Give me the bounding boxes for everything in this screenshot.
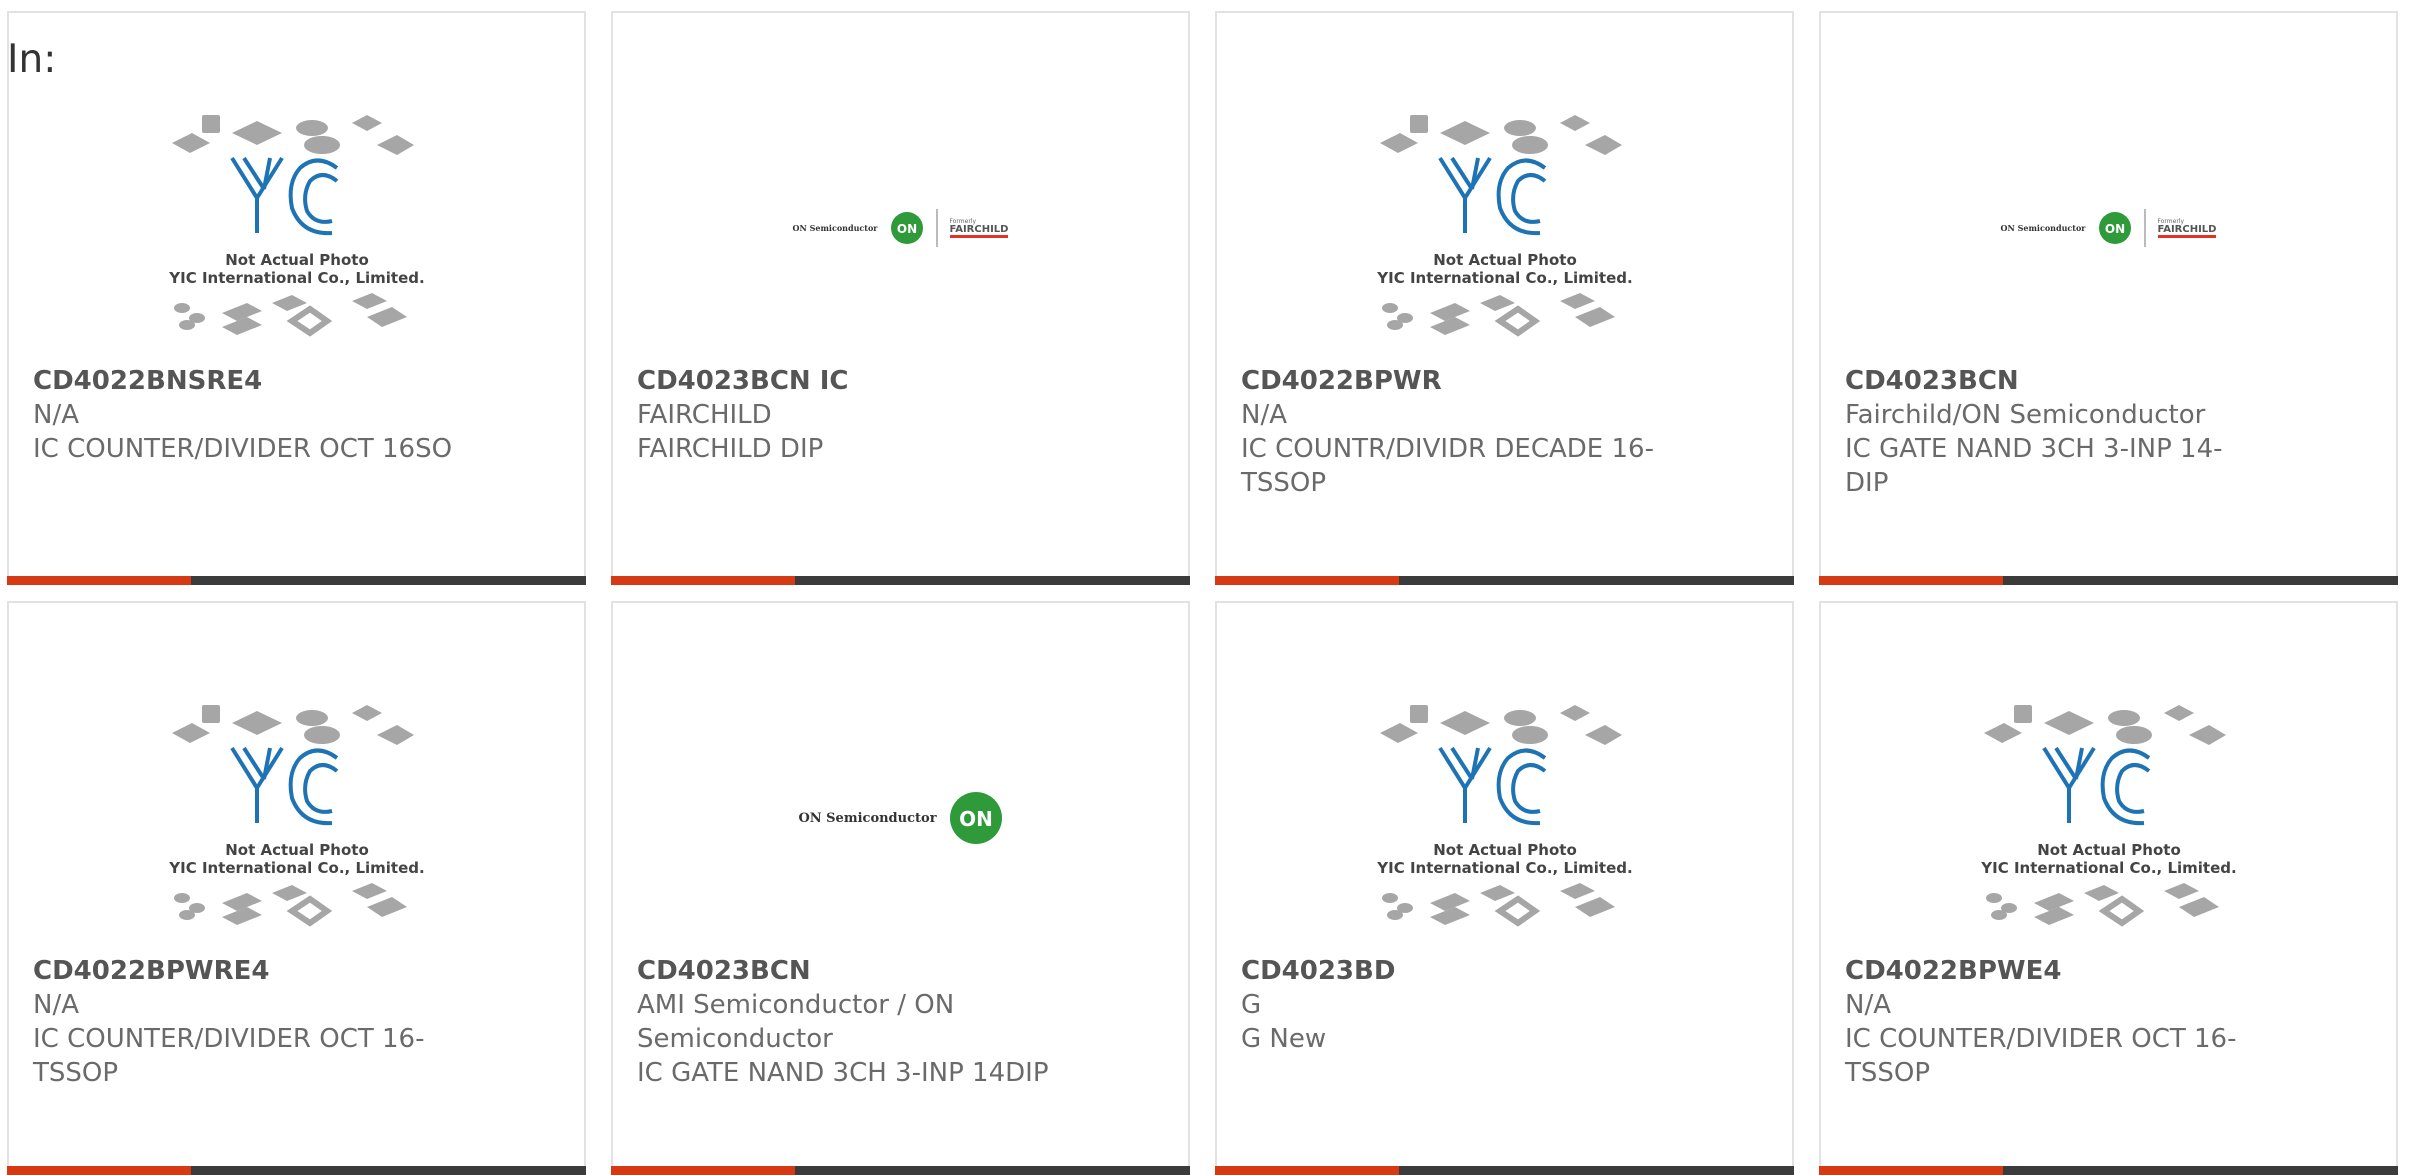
product-image: Not Actual Photo YIC International Co., …: [1217, 693, 1792, 943]
manufacturer: N/A: [1845, 990, 1891, 1020]
product-card[interactable]: Not Actual Photo YIC International Co., …: [7, 11, 586, 585]
description: FAIRCHILD DIP: [637, 434, 824, 464]
logo-divider: [2143, 209, 2146, 247]
product-card[interactable]: ON Semiconductor ON Formerly FAIRCHILD C…: [1819, 11, 2398, 585]
yic-placeholder-line1: Not Actual Photo: [225, 841, 369, 859]
on-semiconductor-wordmark: ON Semiconductor: [792, 223, 878, 233]
card-accent-bar: [1819, 576, 2003, 585]
yic-placeholder-line1: Not Actual Photo: [2037, 841, 2181, 859]
product-card[interactable]: Not Actual Photo YIC International Co., …: [1215, 11, 1794, 585]
manufacturer: N/A: [33, 990, 79, 1020]
part-number[interactable]: CD4022BPWE4: [1845, 954, 2265, 988]
yic-placeholder-image: Not Actual Photo YIC International Co., …: [1376, 115, 1632, 337]
description: IC COUNTER/DIVIDER OCT 16-TSSOP: [33, 1024, 425, 1088]
part-number[interactable]: CD4022BPWRE4: [33, 954, 453, 988]
product-card[interactable]: ON Semiconductor ON Formerly FAIRCHILD C…: [611, 11, 1190, 585]
product-image: Not Actual Photo YIC International Co., …: [9, 693, 584, 943]
description: IC GATE NAND 3CH 3-INP 14-DIP: [1845, 434, 2223, 498]
card-accent-bar: [1215, 1166, 1399, 1175]
part-number[interactable]: CD4023BCN: [1845, 364, 2265, 398]
card-accent-bar: [611, 1166, 795, 1175]
svg-text:ON: ON: [2104, 222, 2124, 236]
card-accent-bar: [7, 576, 191, 585]
on-logo-icon: ON: [949, 792, 1002, 844]
svg-text:ON: ON: [896, 222, 916, 236]
manufacturer: AMI Semiconductor / ON Semiconductor: [637, 990, 955, 1054]
product-image: ON Semiconductor ON: [613, 693, 1188, 943]
card-accent-bar: [7, 1166, 191, 1175]
card-bottom-bar: [611, 576, 1190, 585]
card-bottom-bar: [7, 1166, 586, 1175]
part-number[interactable]: CD4023BCN IC: [637, 364, 1057, 398]
yic-placeholder-image: Not Actual Photo YIC International Co., …: [168, 705, 424, 927]
yic-placeholder-line2: YIC International Co., Limited.: [168, 269, 424, 287]
product-card[interactable]: Not Actual Photo YIC International Co., …: [7, 601, 586, 1175]
part-number[interactable]: CD4022BNSRE4: [33, 364, 453, 398]
on-logo-icon: ON: [890, 212, 923, 244]
card-bottom-bar: [611, 1166, 1190, 1175]
on-semiconductor-wordmark: ON Semiconductor: [798, 810, 937, 826]
manufacturer: N/A: [33, 400, 79, 430]
yic-placeholder-line2: YIC International Co., Limited.: [1376, 269, 1632, 287]
card-bottom-bar: [1215, 576, 1794, 585]
product-image: ON Semiconductor ON Formerly FAIRCHILD: [613, 103, 1188, 353]
on-fairchild-logo: ON Semiconductor ON Formerly FAIRCHILD: [793, 209, 1009, 247]
card-bottom-bar: [1215, 1166, 1794, 1175]
manufacturer: G: [1241, 990, 1262, 1020]
card-accent-bar: [1215, 576, 1399, 585]
description: G New: [1241, 1024, 1327, 1054]
yic-placeholder-image: Not Actual Photo YIC International Co., …: [168, 115, 424, 337]
card-bottom-bar: [1819, 576, 2398, 585]
product-image: ON Semiconductor ON Formerly FAIRCHILD: [1821, 103, 2396, 353]
manufacturer: N/A: [1241, 400, 1287, 430]
fairchild-logo: Formerly FAIRCHILD: [949, 218, 1009, 238]
yic-placeholder-line2: YIC International Co., Limited.: [1376, 859, 1632, 877]
manufacturer: FAIRCHILD: [637, 400, 772, 430]
on-logo-icon: ON: [2098, 212, 2131, 244]
card-accent-bar: [1819, 1166, 2003, 1175]
yic-placeholder-image: Not Actual Photo YIC International Co., …: [1980, 705, 2236, 927]
description: IC COUNTER/DIVIDER OCT 16SO: [33, 434, 453, 464]
filter-label: In:: [7, 37, 57, 82]
product-card[interactable]: Not Actual Photo YIC International Co., …: [1819, 601, 2398, 1175]
card-bottom-bar: [7, 576, 586, 585]
product-card[interactable]: Not Actual Photo YIC International Co., …: [1215, 601, 1794, 1175]
on-semiconductor-wordmark: ON Semiconductor: [2000, 223, 2086, 233]
part-number[interactable]: CD4023BCN: [637, 954, 1057, 988]
card-bottom-bar: [1819, 1166, 2398, 1175]
yic-placeholder-line1: Not Actual Photo: [1433, 251, 1577, 269]
on-semiconductor-logo: ON Semiconductor ON: [798, 791, 1002, 845]
product-card[interactable]: ON Semiconductor ON CD4023BCN AMI Semico…: [611, 601, 1190, 1175]
yic-placeholder-image: Not Actual Photo YIC International Co., …: [1376, 705, 1632, 927]
yic-placeholder-line2: YIC International Co., Limited.: [168, 859, 424, 877]
fairchild-logo: Formerly FAIRCHILD: [2157, 218, 2217, 238]
yic-placeholder-line1: Not Actual Photo: [1433, 841, 1577, 859]
description: IC COUNTR/DIVIDR DECADE 16-TSSOP: [1241, 434, 1654, 498]
logo-divider: [935, 209, 938, 247]
manufacturer: Fairchild/ON Semiconductor: [1845, 400, 2206, 430]
yic-placeholder-line2: YIC International Co., Limited.: [1980, 859, 2236, 877]
part-number[interactable]: CD4023BD: [1241, 954, 1661, 988]
description: IC GATE NAND 3CH 3-INP 14DIP: [637, 1058, 1049, 1088]
part-number[interactable]: CD4022BPWR: [1241, 364, 1661, 398]
product-image: Not Actual Photo YIC International Co., …: [1821, 693, 2396, 943]
product-image: Not Actual Photo YIC International Co., …: [9, 103, 584, 353]
on-fairchild-logo: ON Semiconductor ON Formerly FAIRCHILD: [2001, 209, 2217, 247]
svg-text:ON: ON: [959, 807, 993, 831]
yic-placeholder-line1: Not Actual Photo: [225, 251, 369, 269]
product-image: Not Actual Photo YIC International Co., …: [1217, 103, 1792, 353]
description: IC COUNTER/DIVIDER OCT 16-TSSOP: [1845, 1024, 2237, 1088]
card-accent-bar: [611, 576, 795, 585]
